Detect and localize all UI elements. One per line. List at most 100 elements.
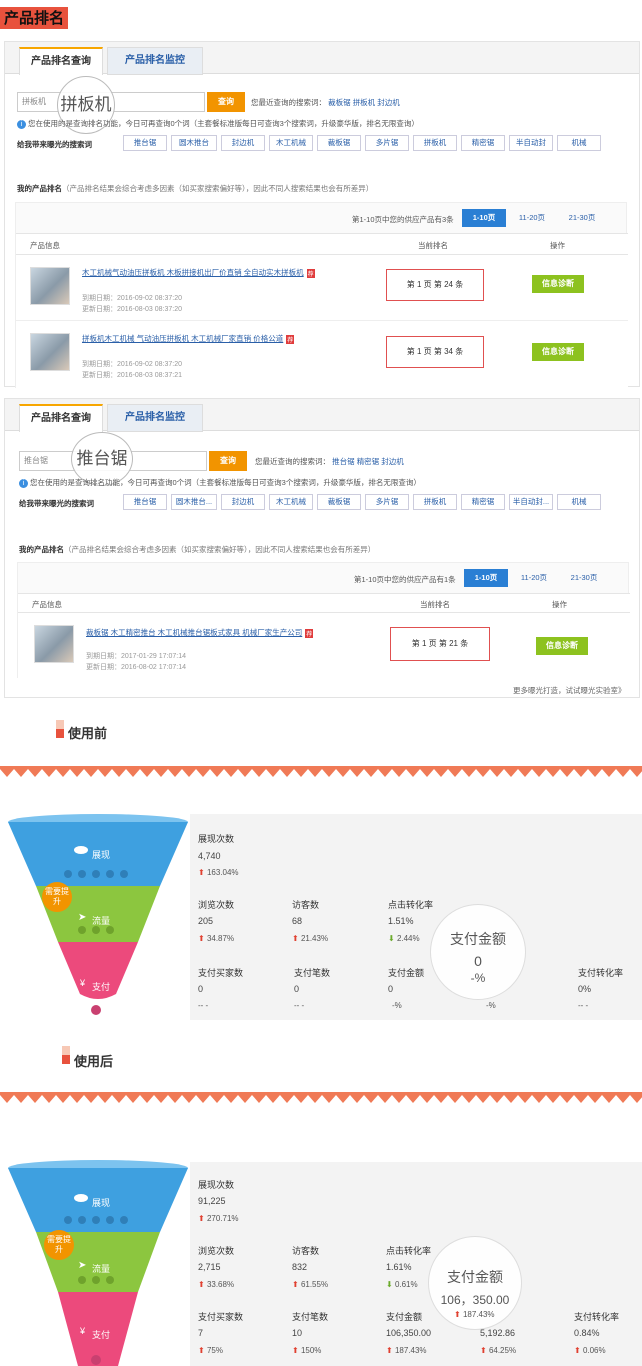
- my-rank-label: 我的产品排名: [17, 184, 62, 193]
- rec-keyword[interactable]: 精密锯: [461, 135, 505, 151]
- need-improve-badge: 需要提升: [42, 882, 72, 912]
- exposure-name: 展现次数: [198, 1180, 235, 1190]
- product-title-link[interactable]: 拼板机木工机械 气动油压拼板机 木工机械厂家直销 价格公道荐: [82, 333, 295, 344]
- col-rank: 当前排名: [420, 600, 450, 609]
- page-1-10[interactable]: 1-10页: [464, 569, 508, 587]
- yen-icon: ¥: [80, 1326, 86, 1336]
- page-11-20[interactable]: 11-20页: [514, 569, 554, 587]
- rec-keyword[interactable]: 推台锯: [123, 494, 167, 510]
- notice-line: i 您在使用的是查询排名功能，今日可再查询0个词（主套餐标准版每日可查询3个搜索词…: [19, 477, 421, 488]
- stat-change: -- -: [578, 1001, 589, 1010]
- update-date: 更新日期：2016-08-03 08:37:21: [82, 372, 182, 379]
- my-rank-note: （产品排名结果会综合考虑多因素（如买家搜索偏好等），因此不同人搜索结果也会有所差…: [62, 184, 374, 193]
- product-thumbnail[interactable]: [30, 267, 70, 305]
- rank-highlight: 第 1 页 第 24 条: [386, 269, 484, 301]
- rec-keyword[interactable]: 木工机械: [269, 494, 313, 510]
- rec-keyword[interactable]: 封边机: [221, 494, 265, 510]
- recent-keyword[interactable]: 拼板机: [353, 98, 376, 107]
- my-rank-heading: 我的产品排名（产品排名结果会综合考虑多因素（如买家搜索偏好等），因此不同人搜索结…: [19, 544, 375, 555]
- page-21-30[interactable]: 21-30页: [560, 209, 604, 227]
- rec-keyword[interactable]: 多片锯: [365, 494, 409, 510]
- diagnose-button[interactable]: 信息诊断: [536, 637, 588, 655]
- rec-keyword[interactable]: 圆木推台: [171, 135, 217, 151]
- query-button[interactable]: 查询: [209, 451, 247, 471]
- stat-change: ⬇ 2.44%: [388, 934, 420, 943]
- col-action: 操作: [550, 241, 565, 250]
- up-arrow-icon: ⬆: [198, 868, 205, 877]
- stat-value: 106,350.00: [386, 1328, 432, 1338]
- stat-value: 0%: [578, 984, 592, 994]
- recent-keyword[interactable]: 封边机: [377, 98, 400, 107]
- rec-keyword[interactable]: 圆木推台...: [171, 494, 217, 510]
- product-title-link[interactable]: 裁板锯 木工精密推台 木工机械推台锯板式家具 机械厂家生产公司荐: [86, 627, 314, 638]
- exposure-name: 展现次数: [198, 834, 235, 844]
- after-label: 使用后: [74, 1054, 114, 1069]
- up-arrow-icon: ⬆: [292, 934, 299, 943]
- stat-value: 68: [292, 916, 303, 926]
- recent-keyword[interactable]: 裁板锯: [328, 98, 351, 107]
- recent-keyword[interactable]: 推台锯: [332, 457, 355, 466]
- stat-change: ⬆ 150%: [292, 1346, 322, 1355]
- expire-date: 到期日期：2017-01-29 17:07:14: [86, 653, 186, 660]
- product-thumbnail[interactable]: [34, 625, 74, 663]
- rec-keyword[interactable]: 拼板机: [413, 135, 457, 151]
- query-button[interactable]: 查询: [207, 92, 245, 112]
- tab-rank-monitor[interactable]: 产品排名监控: [107, 47, 203, 75]
- rec-keyword[interactable]: 拼板机: [413, 494, 457, 510]
- stat-change: -%: [392, 1001, 402, 1010]
- rec-keyword[interactable]: 封边机: [221, 135, 265, 151]
- rec-keywords: 推台锯 圆木推台... 封边机 木工机械 裁板锯 多片锯 拼板机 精密锯 半自动…: [123, 494, 633, 512]
- rec-keyword[interactable]: 木工机械: [269, 135, 313, 151]
- rec-keyword[interactable]: 推台锯: [123, 135, 167, 151]
- up-arrow-icon: ⬆: [292, 1346, 299, 1355]
- tab-rank-query[interactable]: 产品排名查询: [19, 47, 103, 75]
- exposure-value: 4,740: [198, 851, 221, 861]
- recent-keyword[interactable]: 精密锯: [357, 457, 380, 466]
- pay-amount-change: -%: [470, 971, 486, 985]
- stat-name: 支付转化率: [574, 1312, 620, 1322]
- up-arrow-icon: ⬆: [198, 1346, 205, 1355]
- rec-keyword[interactable]: 半自动封...: [509, 494, 553, 510]
- stat-change: -%: [486, 1001, 496, 1010]
- pay-amount-value: 106，350.00: [440, 1293, 510, 1307]
- stat-value: 0: [198, 984, 204, 994]
- rec-keyword[interactable]: 机械: [557, 135, 601, 151]
- rec-keyword[interactable]: 多片锯: [365, 135, 409, 151]
- eye-icon: [74, 1194, 88, 1202]
- recent-label: 您最近查询的搜索词：: [255, 457, 330, 466]
- exposure-change: ⬆ 163.04%: [198, 868, 239, 877]
- up-arrow-icon: ⬆: [198, 1280, 205, 1289]
- update-date: 更新日期：2016-08-02 17:07:14: [86, 664, 186, 671]
- stat-name: 访客数: [292, 900, 320, 910]
- rec-keyword[interactable]: 机械: [557, 494, 601, 510]
- zigzag-divider: [0, 766, 642, 777]
- page-11-20[interactable]: 11-20页: [512, 209, 552, 227]
- funnel-show-label: 展现: [92, 850, 111, 860]
- rec-keyword[interactable]: 精密锯: [461, 494, 505, 510]
- diagnose-button[interactable]: 信息诊断: [532, 275, 584, 293]
- diagnose-button[interactable]: 信息诊断: [532, 343, 584, 361]
- rec-keyword[interactable]: 裁板锯: [317, 494, 361, 510]
- product-title-link[interactable]: 木工机械气动油压拼板机 木板拼接机出厂价直销 全自动实木拼板机荐: [82, 267, 315, 278]
- stat-value: 7: [198, 1328, 204, 1338]
- col-product: 产品信息: [30, 241, 60, 250]
- page: 产品排名 产品排名查询 产品排名监控 拼板机 查询 拼板机 您最近查询的搜索词：…: [0, 0, 642, 1366]
- page-21-30[interactable]: 21-30页: [562, 569, 606, 587]
- up-arrow-icon: ⬆: [454, 1310, 461, 1319]
- rec-keyword[interactable]: 裁板锯: [317, 135, 361, 151]
- stat-name: 点击转化率: [388, 900, 434, 910]
- rec-keyword[interactable]: 半自动封: [509, 135, 553, 151]
- more-exposure-link[interactable]: 更多曝光打造，试试曝光实验室》: [513, 685, 626, 696]
- table-header: 产品信息 当前排名 操作: [16, 233, 628, 255]
- tab-rank-monitor[interactable]: 产品排名监控: [107, 404, 203, 432]
- product-thumbnail[interactable]: [30, 333, 70, 371]
- pager-summary: 第1-10页中您的供应产品有1条: [354, 575, 456, 584]
- yen-icon: ¥: [80, 978, 86, 988]
- recent-keyword[interactable]: 封边机: [381, 457, 404, 466]
- stat-value: 5,192.86: [480, 1328, 516, 1338]
- page-1-10[interactable]: 1-10页: [462, 209, 506, 227]
- info-icon: i: [17, 119, 26, 129]
- stat-name: 支付转化率: [578, 968, 624, 978]
- stat-value: 10: [292, 1328, 303, 1338]
- tab-rank-query[interactable]: 产品排名查询: [19, 404, 103, 432]
